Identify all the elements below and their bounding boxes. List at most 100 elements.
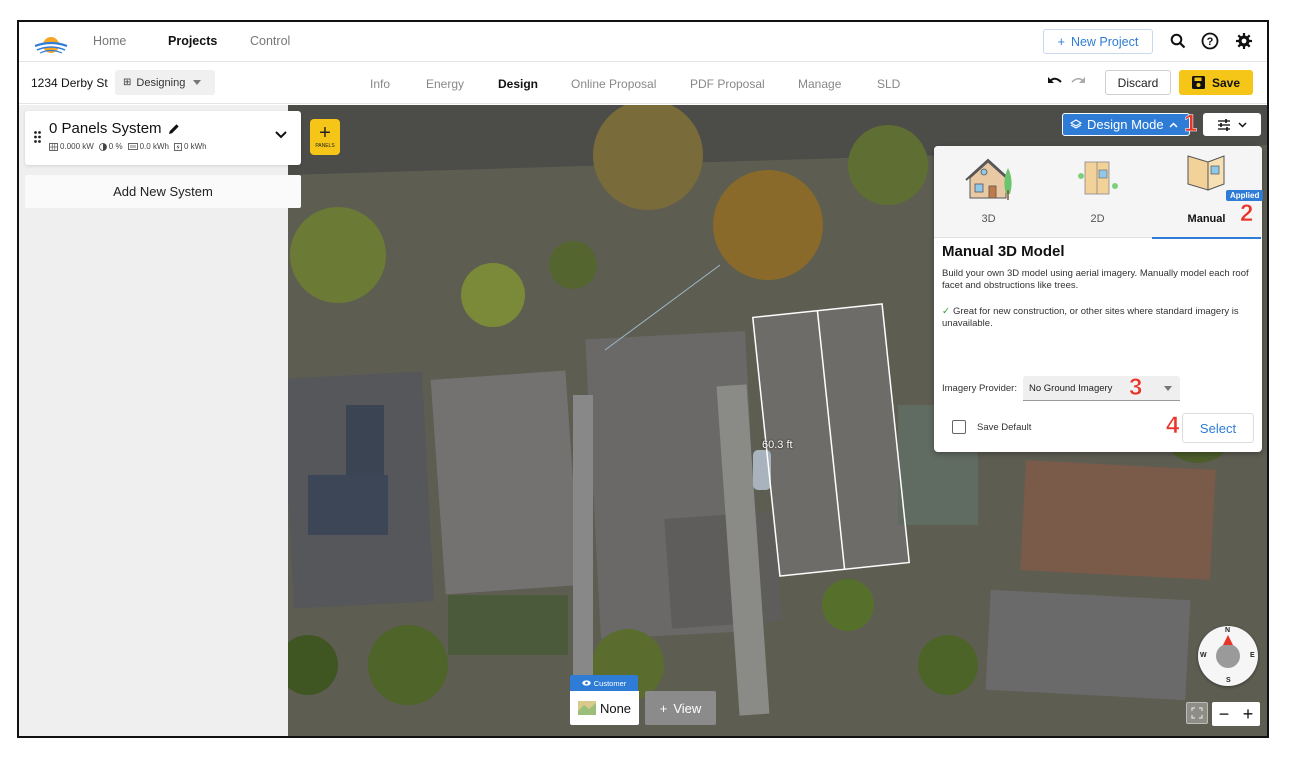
undo-icon[interactable] bbox=[1047, 75, 1063, 87]
imagery-provider-select[interactable]: No Ground Imagery bbox=[1023, 376, 1180, 401]
save-button[interactable]: Save bbox=[1179, 70, 1253, 95]
project-toolbar: 1234 Derby St ⊞ Designing Info Energy De… bbox=[19, 62, 1267, 104]
add-new-system-button[interactable]: Add New System bbox=[25, 175, 301, 208]
house-3d-icon bbox=[965, 158, 1012, 200]
customer-view-tag: Customer bbox=[570, 675, 638, 691]
compass-center bbox=[1216, 644, 1240, 668]
tab-2d-label: 2D bbox=[1090, 213, 1105, 225]
production-meter-icon bbox=[127, 143, 138, 150]
tab-online-proposal[interactable]: Online Proposal bbox=[571, 77, 656, 91]
view-none-button[interactable]: None bbox=[570, 691, 639, 725]
company-logo[interactable] bbox=[33, 29, 69, 55]
tab-energy[interactable]: Energy bbox=[426, 77, 464, 91]
project-address: 1234 Derby St bbox=[31, 76, 108, 90]
tab-info[interactable]: Info bbox=[370, 77, 390, 91]
system-title-text: 0 Panels System bbox=[49, 120, 162, 137]
tab-pdf-proposal[interactable]: PDF Proposal bbox=[690, 77, 765, 91]
discard-button[interactable]: Discard bbox=[1105, 70, 1171, 95]
compass-e: E bbox=[1250, 652, 1255, 659]
svg-text:?: ? bbox=[1207, 36, 1214, 48]
system-title: 0 Panels System bbox=[49, 120, 180, 137]
nav-projects[interactable]: Projects bbox=[168, 34, 217, 48]
design-mode-dropdown[interactable]: Design Mode bbox=[1062, 113, 1190, 136]
plus-icon: + bbox=[1057, 34, 1065, 49]
settings-gear-icon[interactable] bbox=[1233, 30, 1255, 52]
callout-1: 1 bbox=[1184, 110, 1198, 137]
system-card[interactable]: 0 Panels System 0.000 kW 0 % 0.0 kWh 0 k… bbox=[25, 111, 301, 165]
imagery-provider-value: No Ground Imagery bbox=[1029, 383, 1113, 394]
tab-sld[interactable]: SLD bbox=[877, 77, 900, 91]
measurement-label: 60.3 ft bbox=[762, 439, 793, 451]
nav-home[interactable]: Home bbox=[93, 34, 126, 48]
search-icon[interactable] bbox=[1167, 30, 1189, 52]
add-view-label: View bbox=[673, 700, 702, 716]
eye-icon bbox=[582, 680, 591, 686]
map-thumbnail-icon bbox=[577, 701, 596, 715]
compass-w: W bbox=[1200, 652, 1207, 659]
callout-2: 2 bbox=[1240, 200, 1254, 227]
tab-model-2d[interactable]: 2D bbox=[1043, 146, 1152, 238]
imagery-provider-label: Imagery Provider: bbox=[942, 383, 1017, 394]
chevron-down-icon[interactable] bbox=[275, 131, 287, 139]
stat-offset: 0 % bbox=[108, 142, 123, 151]
tab-design[interactable]: Design bbox=[498, 77, 538, 91]
compass-needle-icon bbox=[1223, 635, 1233, 645]
battery-icon bbox=[174, 142, 182, 151]
help-icon[interactable]: ? bbox=[1199, 30, 1221, 52]
project-status-label: Designing bbox=[136, 76, 186, 89]
model-panel-note: ✓ Great for new construction, or other si… bbox=[942, 306, 1256, 330]
caret-down-icon bbox=[193, 80, 202, 85]
stat-capacity: 0.000 kW bbox=[60, 142, 94, 151]
zoom-in-button[interactable]: + bbox=[1243, 704, 1254, 725]
checkmark-icon: ✓ bbox=[942, 306, 950, 317]
top-nav: Home Projects Control + New Project ? bbox=[19, 22, 1267, 62]
redo-icon[interactable] bbox=[1070, 75, 1086, 87]
tab-3d-label: 3D bbox=[981, 213, 996, 225]
model-panel-note-text: Great for new construction, or other sit… bbox=[942, 306, 1239, 329]
edit-pencil-icon[interactable] bbox=[168, 123, 180, 135]
save-default-checkbox[interactable] bbox=[952, 420, 966, 434]
manual-model-icon bbox=[1187, 155, 1225, 191]
model-panel-title: Manual 3D Model bbox=[942, 243, 1065, 260]
workflow-icon: ⊞ bbox=[123, 77, 132, 88]
chevron-up-icon bbox=[1169, 121, 1178, 128]
compass-s: S bbox=[1226, 677, 1231, 684]
stat-production: 0.0 kWh bbox=[139, 142, 169, 151]
zoom-controls: − + bbox=[1212, 702, 1260, 726]
model-type-tabs: 3D 2D Applied Manual 2 bbox=[934, 146, 1264, 239]
add-view-button[interactable]: + View bbox=[645, 691, 716, 725]
sliders-icon bbox=[1218, 118, 1230, 131]
select-button[interactable]: Select bbox=[1182, 413, 1254, 443]
callout-3: 3 bbox=[1129, 374, 1143, 401]
caret-down-icon bbox=[1164, 386, 1172, 391]
zoom-out-button[interactable]: − bbox=[1219, 704, 1230, 725]
system-stats: 0.000 kW 0 % 0.0 kWh 0 kWh bbox=[49, 142, 207, 151]
panels-button-label: PANELS bbox=[315, 143, 335, 149]
save-label: Save bbox=[1211, 75, 1241, 90]
new-project-button[interactable]: + New Project bbox=[1043, 29, 1153, 54]
callout-4: 4 bbox=[1166, 412, 1180, 439]
add-panels-button[interactable]: + PANELS bbox=[310, 119, 340, 155]
plus-icon: + bbox=[659, 700, 668, 716]
save-default-label: Save Default bbox=[977, 422, 1032, 433]
model-selection-panel: 3D 2D Applied Manual 2 Manual 3D Model B… bbox=[934, 146, 1264, 452]
tab-model-manual[interactable]: Applied Manual 2 bbox=[1152, 146, 1264, 239]
aerial-map[interactable]: + PANELS 60.3 ft Design Mode 1 3D 2D App… bbox=[288, 105, 1267, 736]
offset-pie-icon bbox=[98, 142, 107, 151]
drag-handle-icon[interactable] bbox=[34, 131, 41, 143]
map-tools-dropdown[interactable] bbox=[1203, 113, 1261, 136]
design-mode-label: Design Mode bbox=[1087, 117, 1164, 132]
compass-n: N bbox=[1225, 627, 1231, 634]
project-status-dropdown[interactable]: ⊞ Designing bbox=[115, 70, 215, 95]
solar-panel-icon bbox=[49, 142, 58, 151]
floorplan-2d-icon bbox=[1078, 161, 1118, 195]
compass-control[interactable]: N S E W bbox=[1198, 626, 1258, 686]
tab-model-3d[interactable]: 3D bbox=[934, 146, 1043, 238]
zoom-to-fit-icon[interactable] bbox=[1186, 702, 1208, 724]
nav-control[interactable]: Control bbox=[250, 34, 290, 48]
plus-icon: + bbox=[319, 122, 331, 144]
save-disk-icon bbox=[1191, 76, 1205, 89]
chevron-down-icon bbox=[1238, 121, 1247, 128]
stat-battery: 0 kWh bbox=[183, 142, 207, 151]
tab-manage[interactable]: Manage bbox=[798, 77, 841, 91]
